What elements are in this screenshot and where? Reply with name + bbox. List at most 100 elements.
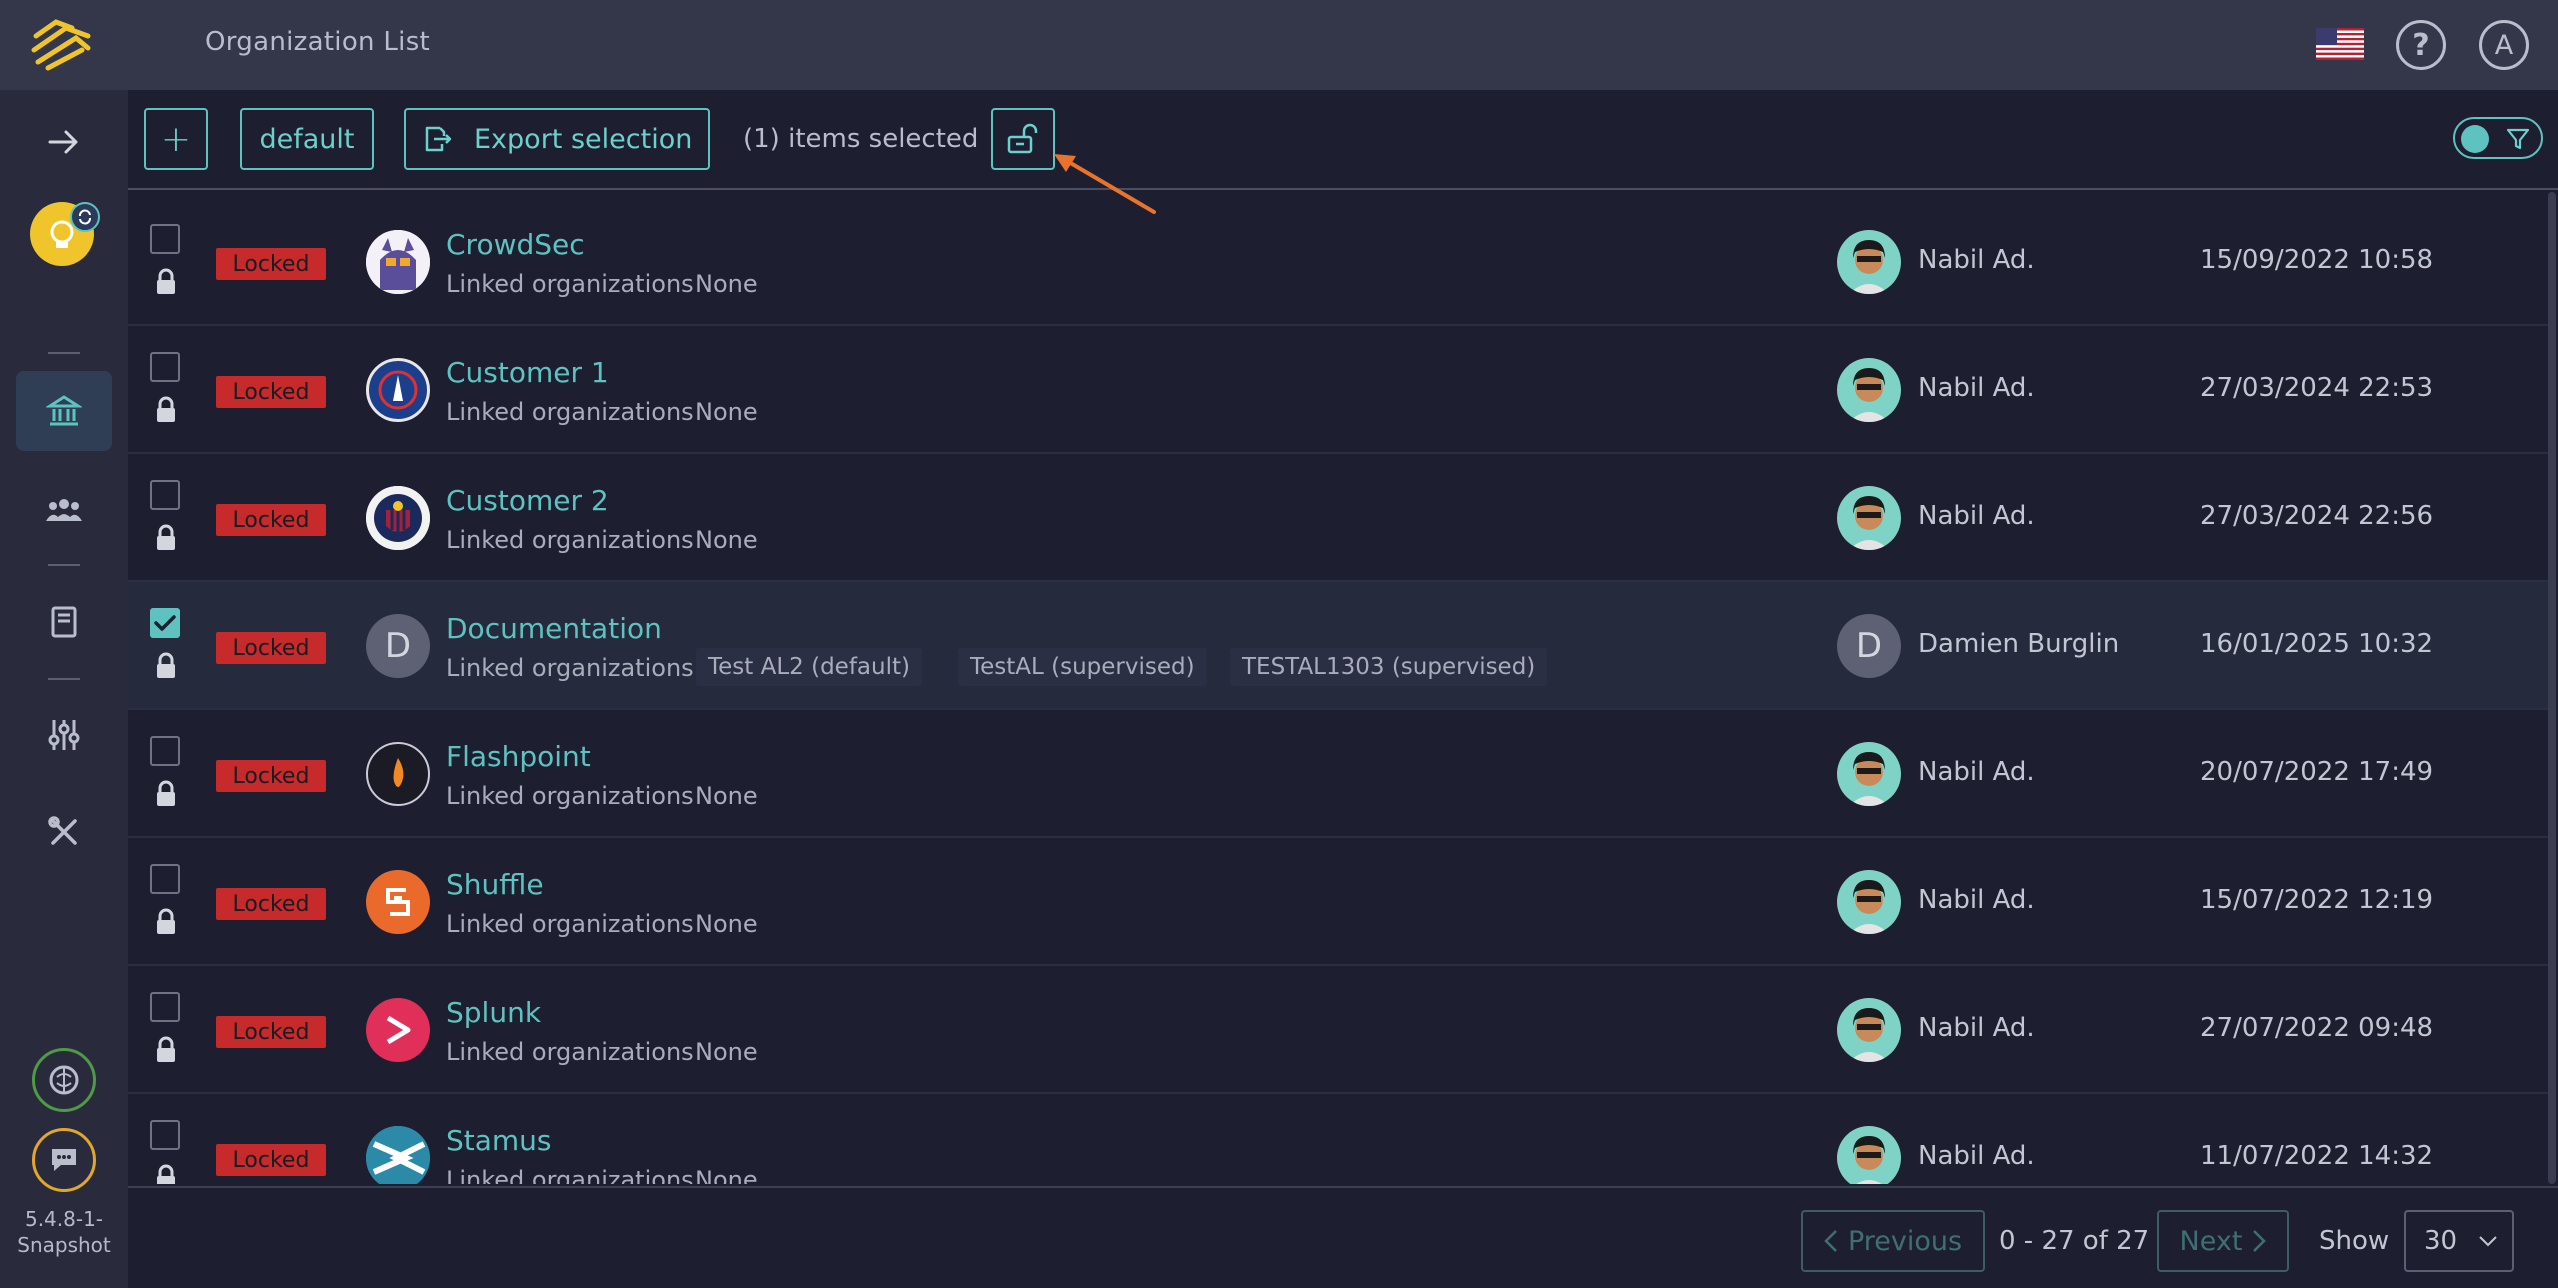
- lock-icon: [157, 908, 175, 934]
- list-toolbar: + default Export selection (1) items sel…: [128, 90, 2558, 190]
- table-row[interactable]: Locked Flashpoint Linked organizations N…: [128, 710, 2548, 838]
- status-badge: Locked: [216, 888, 326, 920]
- table-row[interactable]: Locked Splunk Linked organizations None …: [128, 966, 2548, 1094]
- table-row[interactable]: Locked Customer 2 Linked organizations N…: [128, 454, 2548, 582]
- org-name-link[interactable]: Customer 2: [446, 484, 609, 517]
- row-checkbox[interactable]: [150, 480, 180, 510]
- app-version: 5.4.8-1-Snapshot: [17, 1207, 111, 1257]
- row-checkbox[interactable]: [150, 736, 180, 766]
- org-logo: [366, 742, 430, 806]
- linked-organizations-label: Linked organizations: [446, 270, 694, 298]
- org-name-link[interactable]: Documentation: [446, 612, 662, 645]
- linked-organizations-value: None: [695, 526, 758, 554]
- selection-count: (1) items selected: [743, 124, 979, 154]
- sidebar-divider: [48, 678, 80, 680]
- avatar: [1837, 230, 1901, 294]
- lock-icon: [157, 268, 175, 294]
- creator-name: Nabil Ad.: [1918, 373, 2035, 403]
- linked-organizations-value: None: [695, 270, 758, 298]
- cortex-status-button[interactable]: [32, 1048, 96, 1112]
- unlock-selection-button[interactable]: [991, 108, 1055, 170]
- lock-icon: [157, 524, 175, 550]
- export-icon: [425, 126, 452, 152]
- table-row[interactable]: Locked D Documentation Linked organizati…: [128, 582, 2548, 710]
- thehive-logo[interactable]: [26, 14, 98, 76]
- linked-org-chip[interactable]: TESTAL1303 (supervised): [1230, 648, 1548, 686]
- chat-icon: [52, 1149, 76, 1171]
- org-name-link[interactable]: Splunk: [446, 996, 541, 1029]
- table-row[interactable]: Locked CrowdSec Linked organizations Non…: [128, 198, 2548, 326]
- expand-arrow-icon: [48, 130, 78, 154]
- lock-icon: [157, 780, 175, 806]
- show-label: Show: [2319, 1226, 2390, 1256]
- lock-icon: [157, 1164, 175, 1184]
- chevron-right-icon: [2253, 1230, 2267, 1252]
- pagination-bar: Previous 0 - 27 of 27 Next Show 30: [128, 1186, 2558, 1288]
- plus-icon: +: [160, 118, 192, 160]
- status-badge: Locked: [216, 760, 326, 792]
- expand-sidebar-button[interactable]: [0, 102, 128, 182]
- list-scrollbar[interactable]: [2548, 192, 2556, 1184]
- table-row[interactable]: Locked Stamus Linked organizations None …: [128, 1094, 2548, 1184]
- org-logo: [366, 1126, 430, 1184]
- linked-organizations-label: Linked organizations: [446, 526, 694, 554]
- org-name-link[interactable]: Flashpoint: [446, 740, 591, 773]
- help-button[interactable]: ?: [2396, 20, 2446, 70]
- creator-name: Nabil Ad.: [1918, 885, 2035, 915]
- sidebar-item-knowledge-base[interactable]: [0, 582, 128, 662]
- organization-list: Locked CrowdSec Linked organizations Non…: [128, 198, 2548, 1184]
- row-checkbox[interactable]: [150, 608, 180, 638]
- default-filter-button[interactable]: default: [240, 108, 374, 170]
- row-checkbox[interactable]: [150, 992, 180, 1022]
- previous-label: Previous: [1847, 1225, 1963, 1257]
- linked-organizations-value: None: [695, 782, 758, 810]
- chevron-down-icon: [2479, 1236, 2497, 1247]
- creator-name: Nabil Ad.: [1918, 1141, 2035, 1171]
- us-flag-icon[interactable]: [2316, 28, 2364, 60]
- linked-org-chip[interactable]: TestAL (supervised): [958, 648, 1207, 686]
- export-selection-button[interactable]: Export selection: [404, 108, 710, 170]
- created-date: 27/03/2024 22:56: [2200, 501, 2434, 531]
- top-header: Organization List ? A: [0, 0, 2558, 90]
- unlock-icon: [1007, 123, 1038, 154]
- linked-org-chip[interactable]: Test AL2 (default): [696, 648, 922, 686]
- chat-button[interactable]: [32, 1128, 96, 1192]
- created-date: 11/07/2022 14:32: [2200, 1141, 2434, 1171]
- created-date: 16/01/2025 10:32: [2200, 629, 2434, 659]
- filter-toggle[interactable]: [2453, 117, 2543, 159]
- export-selection-label: Export selection: [474, 123, 693, 155]
- add-organization-button[interactable]: +: [144, 108, 208, 170]
- org-name-link[interactable]: Stamus: [446, 1124, 552, 1157]
- row-checkbox[interactable]: [150, 1120, 180, 1150]
- status-badge: Locked: [216, 1144, 326, 1176]
- linked-organizations-label: Linked organizations: [446, 1038, 694, 1066]
- org-name-link[interactable]: Shuffle: [446, 868, 544, 901]
- table-row[interactable]: Locked Shuffle Linked organizations None…: [128, 838, 2548, 966]
- created-date: 15/07/2022 12:19: [2200, 885, 2434, 915]
- sidebar-item-organizations[interactable]: [16, 371, 112, 451]
- org-logo: [366, 358, 430, 422]
- row-checkbox[interactable]: [150, 352, 180, 382]
- linked-organizations-value: None: [695, 398, 758, 426]
- org-name-link[interactable]: CrowdSec: [446, 228, 585, 261]
- creator-name: Damien Burglin: [1918, 629, 2120, 659]
- creator-name: Nabil Ad.: [1918, 757, 2035, 787]
- page-size-select[interactable]: 30: [2404, 1210, 2514, 1272]
- org-logo: [366, 870, 430, 934]
- table-row[interactable]: Locked Customer 1 Linked organizations N…: [128, 326, 2548, 454]
- org-logo: D: [366, 614, 430, 678]
- row-checkbox[interactable]: [150, 224, 180, 254]
- account-button[interactable]: A: [2479, 20, 2529, 70]
- page-range: 0 - 27 of 27: [1999, 1226, 2150, 1256]
- avatar: [1837, 358, 1901, 422]
- sidebar-item-platform-management[interactable]: [0, 695, 128, 775]
- next-page-button[interactable]: Next: [2157, 1210, 2289, 1272]
- sidebar-item-users[interactable]: [0, 470, 128, 550]
- linked-organizations-value: None: [695, 910, 758, 938]
- row-checkbox[interactable]: [150, 864, 180, 894]
- previous-page-button[interactable]: Previous: [1801, 1210, 1985, 1272]
- org-name-link[interactable]: Customer 1: [446, 356, 609, 389]
- default-filter-label: default: [259, 123, 355, 155]
- avatar: [1837, 870, 1901, 934]
- sidebar-item-administration[interactable]: [0, 792, 128, 872]
